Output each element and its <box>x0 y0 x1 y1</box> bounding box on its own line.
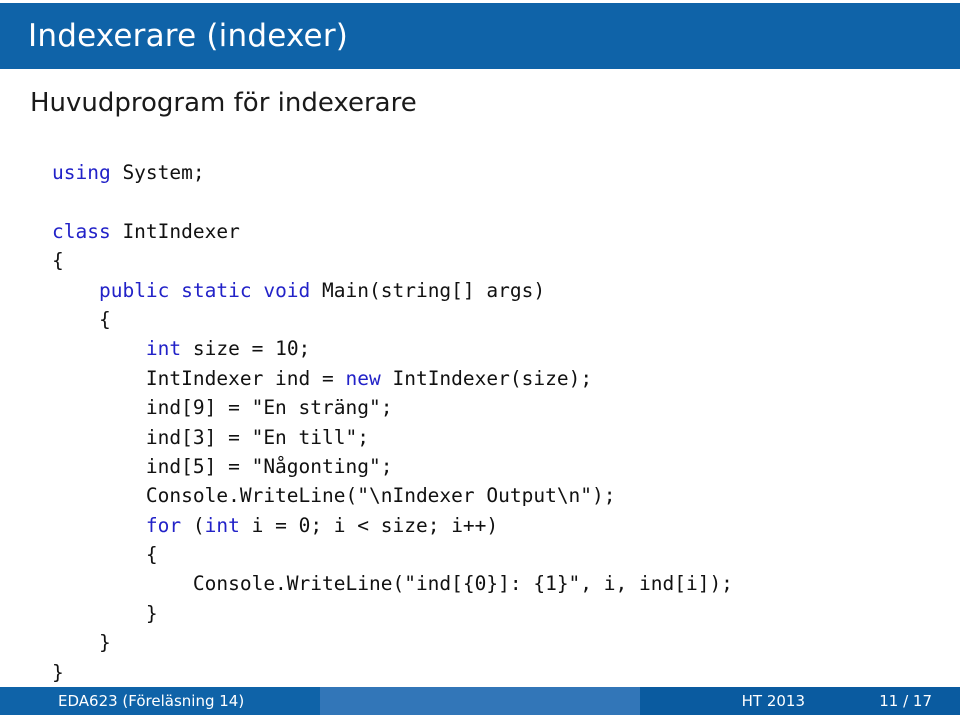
code-line: ind[3] = "En till"; <box>52 423 932 452</box>
code-line: { <box>52 246 932 275</box>
code-line: { <box>52 305 932 334</box>
code-text: Console.WriteLine("\nIndexer Output\n"); <box>52 484 616 508</box>
code-text: { <box>52 543 158 567</box>
code-line: } <box>52 628 932 657</box>
code-keyword: int <box>204 513 240 537</box>
footer-segment-middle <box>320 687 640 715</box>
slide-title: Indexerare (indexer) <box>28 18 349 54</box>
slide-footer: EDA623 (Föreläsning 14) HT 2013 11 / 17 <box>0 687 960 715</box>
code-text: ( <box>181 513 205 537</box>
code-text: IntIndexer(size); <box>380 366 593 390</box>
code-line: IntIndexer ind = new IntIndexer(size); <box>52 364 932 393</box>
code-line: Console.WriteLine("\nIndexer Output\n"); <box>52 481 932 510</box>
code-line: } <box>52 599 932 628</box>
footer-course-label: EDA623 (Föreläsning 14) <box>58 692 245 710</box>
code-text: ind[5] = "Någonting"; <box>52 454 393 478</box>
code-keyword: int <box>145 337 182 361</box>
code-text: ind[3] = "En till"; <box>52 425 369 449</box>
code-line: public static void Main(string[] args) <box>52 276 932 305</box>
slide-title-bar: Indexerare (indexer) <box>0 3 960 69</box>
code-text: size = 10; <box>181 337 311 361</box>
code-text: IntIndexer <box>110 219 240 243</box>
code-text: IntIndexer ind = <box>52 366 346 390</box>
code-keyword: class <box>52 219 111 243</box>
code-keyword: for <box>145 513 182 537</box>
code-line: } <box>52 658 932 687</box>
frame-title: Huvudprogram för indexerare <box>30 88 417 118</box>
code-text: { <box>52 307 111 331</box>
code-keyword: using <box>52 161 111 184</box>
code-text: } <box>52 601 158 625</box>
footer-page-number: 11 / 17 <box>879 692 932 710</box>
code-text: ind[9] = "En sträng"; <box>52 396 393 420</box>
code-text: System; <box>110 161 205 184</box>
code-line: Console.WriteLine("ind[{0}]: {1}", i, in… <box>52 569 932 598</box>
code-text: } <box>52 631 111 655</box>
code-text: Console.WriteLine("ind[{0}]: {1}", i, in… <box>52 572 733 596</box>
footer-term-label: HT 2013 <box>741 692 805 710</box>
code-line: { <box>52 540 932 569</box>
code-line: using System; <box>52 158 932 187</box>
code-line: ind[5] = "Någonting"; <box>52 452 932 481</box>
code-listing: using System; class IntIndexer { public s… <box>52 158 932 687</box>
code-text: { <box>52 249 64 273</box>
code-text: Main(string[] args) <box>310 278 546 302</box>
code-keyword: new <box>345 366 381 390</box>
code-line: ind[9] = "En sträng"; <box>52 393 932 422</box>
code-keyword: public static void <box>98 278 311 302</box>
code-line: int size = 10; <box>52 334 932 363</box>
code-line: for (int i = 0; i < size; i++) <box>52 511 932 540</box>
code-text: } <box>52 660 64 684</box>
code-line: class IntIndexer <box>52 217 932 246</box>
code-text: i = 0; i < size; i++) <box>239 513 499 537</box>
